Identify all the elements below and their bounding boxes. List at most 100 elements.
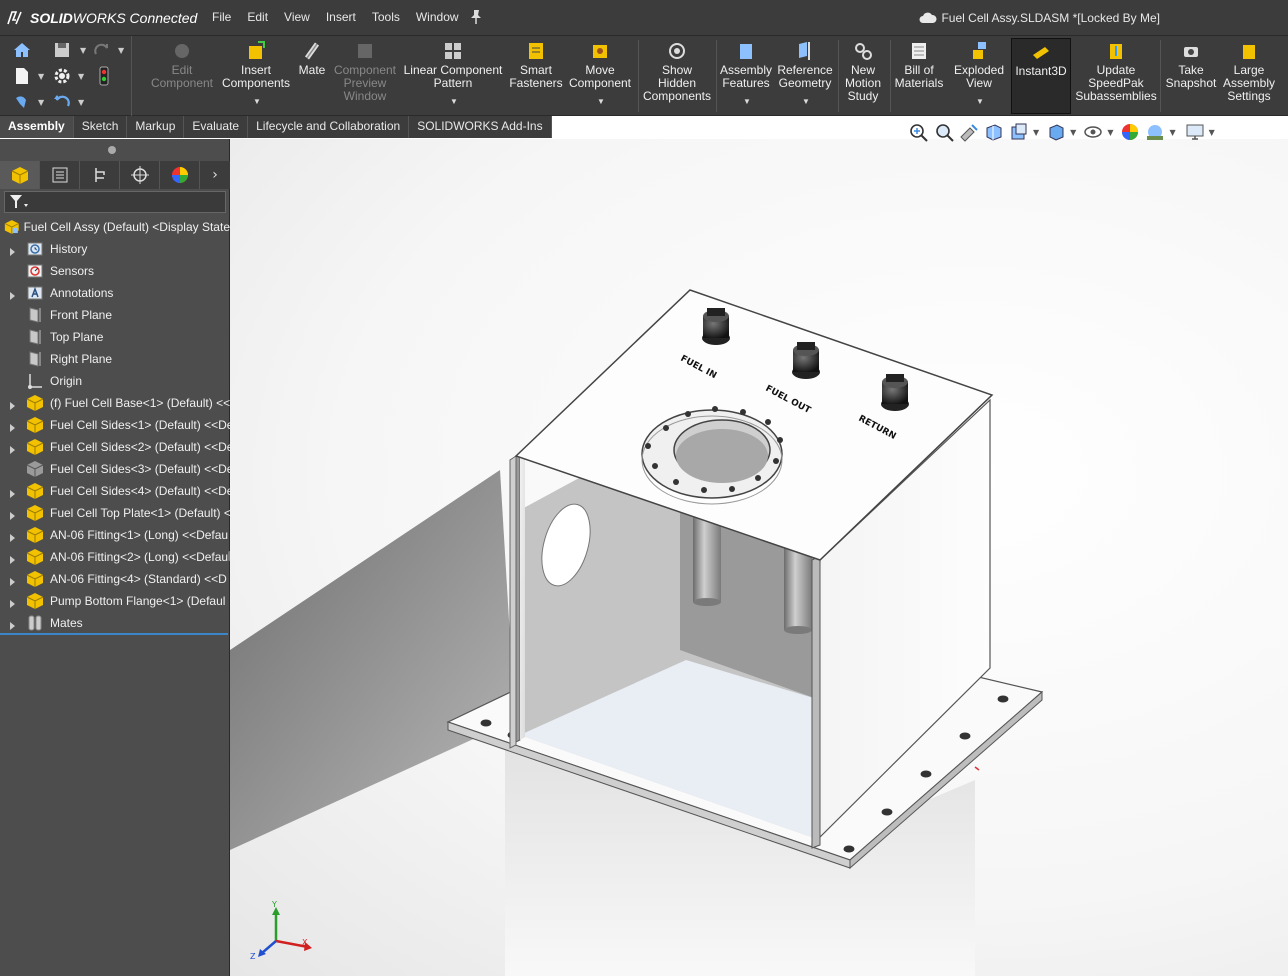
featuremanager-tab[interactable] bbox=[0, 161, 40, 189]
save-dropdown-icon[interactable]: ▼ bbox=[80, 46, 86, 55]
view-settings-dropdown-icon[interactable]: ▼ bbox=[1209, 128, 1215, 137]
tree-item[interactable]: AN-06 Fitting<1> (Long) <<Defau bbox=[0, 524, 230, 546]
chevron-right-icon[interactable]: › bbox=[200, 161, 230, 189]
expand-arrow-icon[interactable] bbox=[8, 289, 16, 300]
dimxpertmanager-tab[interactable] bbox=[120, 161, 160, 189]
tab-assembly[interactable]: Assembly bbox=[0, 116, 74, 138]
zoom-to-area-icon[interactable] bbox=[933, 122, 955, 142]
menu-file[interactable]: File bbox=[204, 10, 239, 24]
tree-item[interactable]: History bbox=[0, 238, 230, 260]
smart-fasteners-button[interactable]: Smart Fasteners bbox=[508, 38, 564, 114]
view-settings-monitor-icon[interactable] bbox=[1184, 122, 1206, 142]
view-orientation-icon[interactable] bbox=[1045, 122, 1067, 142]
take-snapshot-button[interactable]: Take Snapshot bbox=[1164, 38, 1218, 114]
expand-arrow-icon[interactable] bbox=[8, 487, 16, 498]
large-assembly-settings-button[interactable]: Large Assembly Settings bbox=[1222, 38, 1276, 114]
reference-geometry-button[interactable]: Reference Geometry ▼ bbox=[776, 38, 834, 114]
propertymanager-tab[interactable] bbox=[40, 161, 80, 189]
tree-item[interactable]: Fuel Cell Sides<3> (Default) <<De bbox=[0, 458, 230, 480]
section-view-icon[interactable] bbox=[983, 122, 1005, 142]
new-dropdown-icon[interactable]: ▼ bbox=[38, 72, 44, 81]
new-motion-study-button[interactable]: New Motion Study bbox=[842, 38, 884, 114]
displaymanager-tab[interactable] bbox=[160, 161, 200, 189]
expand-arrow-icon[interactable] bbox=[8, 553, 16, 564]
tree-item[interactable]: AN-06 Fitting<2> (Long) <<Defau bbox=[0, 546, 230, 568]
exploded-view-dropdown-icon[interactable]: ▼ bbox=[976, 95, 984, 108]
instant3d-button[interactable]: Instant3D bbox=[1011, 38, 1071, 114]
gear-icon[interactable] bbox=[52, 66, 72, 86]
menu-window[interactable]: Window bbox=[408, 10, 467, 24]
options-dropdown-icon[interactable]: ▼ bbox=[78, 72, 84, 81]
expand-arrow-icon[interactable] bbox=[8, 531, 16, 542]
linear-pattern-dropdown-icon[interactable]: ▼ bbox=[450, 95, 458, 108]
tree-item[interactable]: Front Plane bbox=[0, 304, 230, 326]
move-component-button[interactable]: Move Component ▼ bbox=[568, 38, 632, 114]
tab-lifecycle-collaboration[interactable]: Lifecycle and Collaboration bbox=[248, 116, 410, 138]
assembly-features-button[interactable]: Assembly Features ▼ bbox=[720, 38, 772, 114]
tree-item[interactable]: Fuel Cell Sides<4> (Default) <<De bbox=[0, 480, 230, 502]
select-pointer-icon[interactable] bbox=[12, 92, 32, 112]
tree-item[interactable]: Pump Bottom Flange<1> (Defaul bbox=[0, 590, 230, 612]
insert-components-button[interactable]: Insert Components ▼ bbox=[220, 38, 292, 114]
expand-arrow-icon[interactable] bbox=[8, 509, 16, 520]
update-speedpak-button[interactable]: Update SpeedPak Subassemblies bbox=[1074, 38, 1158, 114]
tree-item[interactable]: AN-06 Fitting<4> (Standard) <<D bbox=[0, 568, 230, 590]
save-icon[interactable] bbox=[52, 40, 72, 60]
home-icon[interactable] bbox=[12, 40, 32, 60]
show-hidden-components-button[interactable]: Show Hidden Components bbox=[642, 38, 712, 114]
edit-appearance-icon[interactable] bbox=[1119, 122, 1141, 142]
display-style-dropdown-icon[interactable]: ▼ bbox=[1070, 128, 1076, 137]
tab-solidworks-addins[interactable]: SOLIDWORKS Add-Ins bbox=[409, 116, 552, 138]
tree-item[interactable]: Fuel Cell Top Plate<1> (Default) < bbox=[0, 502, 230, 524]
hide-show-items-icon[interactable] bbox=[1082, 122, 1104, 142]
graphics-area[interactable]: FUEL IN FUEL OUT RETURN Y X Z bbox=[230, 139, 1288, 976]
assembly-features-dropdown-icon[interactable]: ▼ bbox=[743, 95, 751, 108]
tree-item[interactable]: Fuel Cell Sides<2> (Default) <<De bbox=[0, 436, 230, 458]
redo-dropdown-icon[interactable]: ▼ bbox=[118, 46, 124, 55]
exploded-view-button[interactable]: Exploded View ▼ bbox=[950, 38, 1008, 114]
tree-item[interactable]: Origin bbox=[0, 370, 230, 392]
zoom-to-fit-icon[interactable] bbox=[908, 122, 930, 142]
move-component-dropdown-icon[interactable]: ▼ bbox=[597, 95, 605, 108]
edit-component-button[interactable]: Edit Component bbox=[150, 38, 214, 114]
insert-components-dropdown-icon[interactable]: ▼ bbox=[253, 95, 261, 108]
expand-arrow-icon[interactable] bbox=[8, 619, 16, 630]
tree-item[interactable]: Top Plane bbox=[0, 326, 230, 348]
undo-dropdown-icon[interactable]: ▼ bbox=[78, 98, 84, 107]
reference-geometry-dropdown-icon[interactable]: ▼ bbox=[802, 95, 810, 108]
undo-icon[interactable] bbox=[52, 92, 72, 112]
new-document-icon[interactable] bbox=[12, 66, 32, 86]
menu-insert[interactable]: Insert bbox=[318, 10, 364, 24]
expand-arrow-icon[interactable] bbox=[8, 421, 16, 432]
tab-markup[interactable]: Markup bbox=[127, 116, 185, 138]
tree-item[interactable]: Fuel Cell Sides<1> (Default) <<De bbox=[0, 414, 230, 436]
menu-edit[interactable]: Edit bbox=[239, 10, 276, 24]
mate-button[interactable]: Mate bbox=[296, 38, 328, 114]
previous-view-icon[interactable] bbox=[958, 122, 980, 142]
app-logo[interactable]: SOLIDWORKS Connected bbox=[6, 8, 197, 28]
expand-arrow-icon[interactable] bbox=[8, 443, 16, 454]
menu-tools[interactable]: Tools bbox=[364, 10, 408, 24]
model-view[interactable]: FUEL IN FUEL OUT RETURN bbox=[230, 139, 1288, 976]
tree-item[interactable]: Mates bbox=[0, 612, 230, 634]
tab-evaluate[interactable]: Evaluate bbox=[184, 116, 249, 138]
pin-icon[interactable] bbox=[468, 9, 484, 25]
tree-filter[interactable] bbox=[4, 191, 226, 213]
dynamic-annotation-views-icon[interactable] bbox=[1008, 122, 1030, 142]
tree-item[interactable]: (f) Fuel Cell Base<1> (Default) << bbox=[0, 392, 230, 414]
tree-item[interactable]: Sensors bbox=[0, 260, 230, 282]
tree-item[interactable]: Right Plane bbox=[0, 348, 230, 370]
tree-item[interactable]: Annotations bbox=[0, 282, 230, 304]
expand-arrow-icon[interactable] bbox=[8, 399, 16, 410]
apply-scene-icon[interactable] bbox=[1144, 122, 1166, 142]
tab-sketch[interactable]: Sketch bbox=[74, 116, 128, 138]
linear-component-pattern-button[interactable]: Linear Component Pattern ▼ bbox=[403, 38, 503, 114]
bill-of-materials-button[interactable]: Bill of Materials bbox=[894, 38, 944, 114]
rollback-bar[interactable] bbox=[0, 633, 228, 635]
component-preview-window-button[interactable]: Component Preview Window bbox=[332, 38, 398, 114]
scene-dropdown-icon[interactable]: ▼ bbox=[1169, 128, 1175, 137]
panel-grip[interactable] bbox=[108, 146, 116, 154]
menu-view[interactable]: View bbox=[276, 10, 318, 24]
expand-arrow-icon[interactable] bbox=[8, 575, 16, 586]
tree-root-assembly[interactable]: Fuel Cell Assy (Default) <Display State bbox=[4, 217, 230, 237]
